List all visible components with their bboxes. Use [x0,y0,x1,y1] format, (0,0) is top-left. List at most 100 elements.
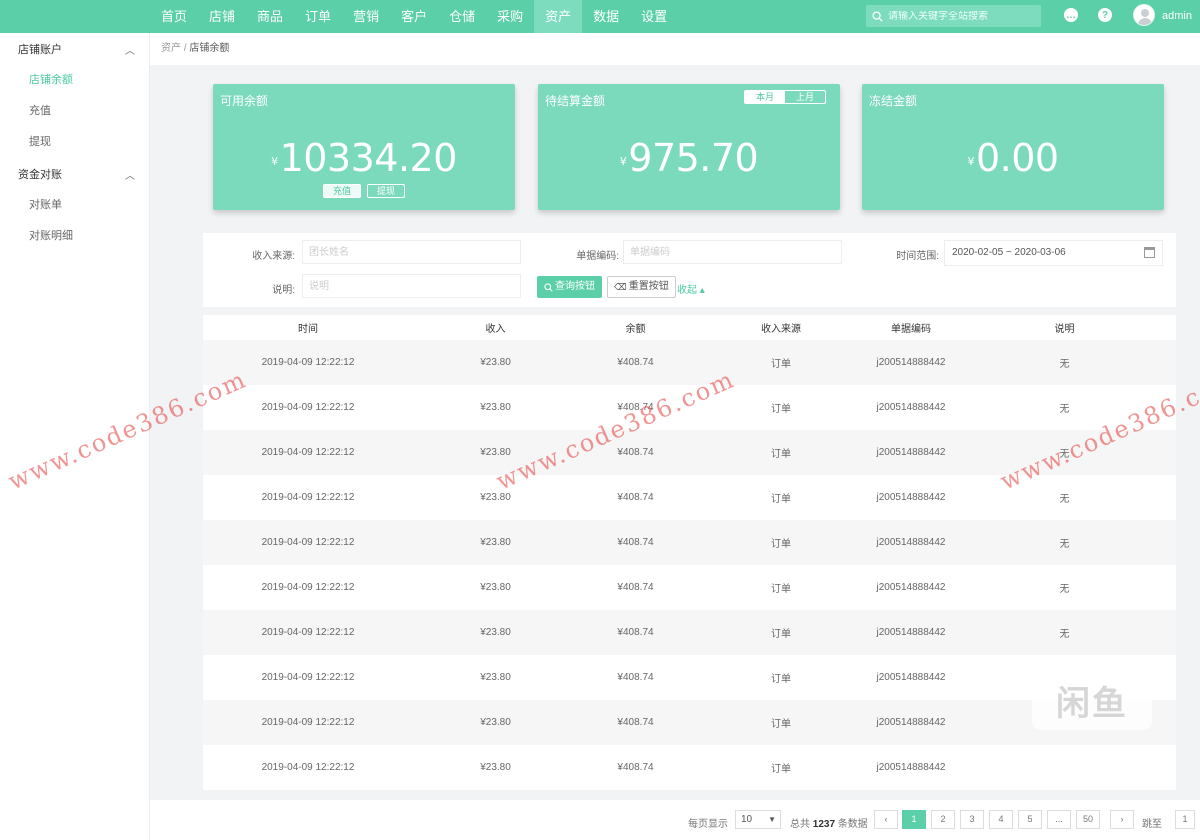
message-icon[interactable]: … [1064,8,1078,22]
reset-button-label: 重置按钮 [628,281,669,292]
amount-value: 0.00 [975,136,1059,180]
nav-item[interactable]: 客户 [390,0,438,33]
column-header-code[interactable]: 单据编码 [869,320,953,335]
page-size-select[interactable]: 10 ▼ [735,810,781,829]
collapse-link[interactable]: 收起 ▴ [677,281,705,296]
table-row: 2019-04-09 12:22:12 ¥23.80 ¥408.74 订单 j20051… [203,340,1176,385]
next-page-button[interactable]: › [1110,810,1134,829]
toggle-this-month[interactable]: 本月 [744,91,785,103]
nav-item[interactable]: 店铺 [198,0,246,33]
sidebar-item-statement[interactable]: 对账单 [0,190,149,221]
eraser-icon: ⌫ [614,282,627,292]
nav-item[interactable]: 设置 [630,0,678,33]
withdraw-button[interactable]: 提现 [367,184,406,198]
nav-item[interactable]: 仓储 [438,0,486,33]
cell-income: ¥23.80 [480,492,511,503]
period-toggle: 本月 上月 [743,90,826,104]
cell-source: 订单 [771,449,791,460]
username[interactable]: admin [1162,10,1192,22]
cell-note: 无 [1059,494,1070,505]
card-title: 可用余额 [220,94,269,108]
page-button[interactable]: 2 [931,810,955,829]
pagination: 每页显示 10 ▼ 总共 1237 条数据 ‹ 1 2 3 4 5... 50 › 跳至 … [150,800,1200,840]
sidebar-item-shop-balance[interactable]: 店铺余额 [0,65,149,96]
page-button[interactable]: 50 [1076,810,1100,829]
date-range-picker[interactable]: 2020-02-05 ~ 2020-03-06 [944,240,1163,266]
cell-source: 订单 [771,539,791,550]
breadcrumb-separator: / [183,43,187,54]
search-icon [544,282,553,292]
sidebar-group-reconciliation[interactable]: 资金对账 ︿ [0,158,149,190]
cell-code: j200514888442 [876,582,946,593]
nav-item[interactable]: 商品 [246,0,294,33]
cell-time: 2019-04-09 12:22:12 [261,537,355,548]
page-button[interactable]: 4 [989,810,1013,829]
chevron-up-icon: ▴ [699,285,705,296]
cell-code: j200514888442 [876,672,946,683]
sidebar-item-withdraw[interactable]: 提现 [0,127,149,158]
code-input[interactable] [623,240,842,264]
cell-time: 2019-04-09 12:22:12 [261,762,355,773]
help-icon[interactable]: ? [1098,8,1112,22]
sidebar-item-statement-detail[interactable]: 对账明细 [0,221,149,252]
cell-code: j200514888442 [876,357,946,368]
filter-panel: 收入来源: 单据编码: 时间范围: 2020-02-05 ~ 2020-03-0… [203,233,1176,307]
breadcrumb-parent[interactable]: 资产 [161,43,181,54]
top-nav-bar: 首页店铺商品订单营销客户仓储采购资产数据设置 … ? admin [0,0,1200,33]
frozen-amount-card: 冻结金额 ¥0.00 [862,84,1164,210]
table-row: 2019-04-09 12:22:12 ¥23.80 ¥408.74 订单 j20051… [203,610,1176,655]
avatar[interactable] [1133,4,1155,26]
card-amount: ¥975.70 [538,136,840,180]
global-search[interactable] [866,5,1041,27]
total-value: 1237 [812,819,836,830]
nav-item[interactable]: 首页 [150,0,198,33]
column-header-time[interactable]: 时间 [203,320,413,335]
page-button[interactable]: 5 [1018,810,1042,829]
page-size-value: 10 [741,814,753,825]
query-button-label: 查询按钮 [555,281,595,292]
jump-page-input[interactable]: 1 [1175,810,1195,829]
prev-page-button[interactable]: ‹ [874,810,898,829]
time-range-label: 时间范围: [896,251,939,262]
cell-code: j200514888442 [876,492,946,503]
page-button[interactable]: ... [1047,810,1071,829]
query-button[interactable]: 查询按钮 [537,276,602,298]
cell-time: 2019-04-09 12:22:12 [261,492,355,503]
nav-item[interactable]: 数据 [582,0,630,33]
currency-symbol: ¥ [967,155,974,168]
calendar-icon [1144,247,1155,258]
column-header-source[interactable]: 收入来源 [693,320,869,335]
cell-balance: ¥408.74 [617,357,654,368]
nav-item[interactable]: 采购 [486,0,534,33]
code-label: 单据编码: [576,251,619,262]
note-input[interactable] [302,274,521,298]
note-label: 说明: [272,285,295,296]
cell-time: 2019-04-09 12:22:12 [261,582,355,593]
cell-code: j200514888442 [876,762,946,773]
amount-value: 975.70 [628,136,759,180]
breadcrumb-current: 店铺余额 [189,43,230,54]
source-input[interactable] [302,240,521,264]
reset-button[interactable]: ⌫ 重置按钮 [607,276,676,298]
page-button[interactable]: 1 [902,810,926,829]
cell-code: j200514888442 [876,402,946,413]
sidebar-item-recharge[interactable]: 充值 [0,96,149,127]
nav-item[interactable]: 资产 [534,0,583,33]
currency-symbol: ¥ [271,155,278,168]
page-button[interactable]: 3 [960,810,984,829]
nav-item[interactable]: 订单 [294,0,342,33]
recharge-button[interactable]: 充值 [322,184,361,198]
toggle-last-month[interactable]: 上月 [785,91,825,103]
card-amount: ¥0.00 [862,136,1164,180]
search-input[interactable] [888,10,1038,22]
sidebar-group-shop-account[interactable]: 店铺账户 ︿ [0,33,149,65]
column-header-note[interactable]: 说明 [953,320,1176,335]
cell-time: 2019-04-09 12:22:12 [261,402,355,413]
pending-settlement-card: 待结算金额 本月 上月 ¥975.70 [538,84,840,210]
nav-item[interactable]: 营销 [342,0,390,33]
watermark-logo: 闲鱼 [1032,670,1152,730]
column-header-income[interactable]: 收入 [413,320,578,335]
cell-income: ¥23.80 [480,582,511,593]
collapse-link-label: 收起 [677,285,697,296]
column-header-balance[interactable]: 余额 [578,320,693,335]
